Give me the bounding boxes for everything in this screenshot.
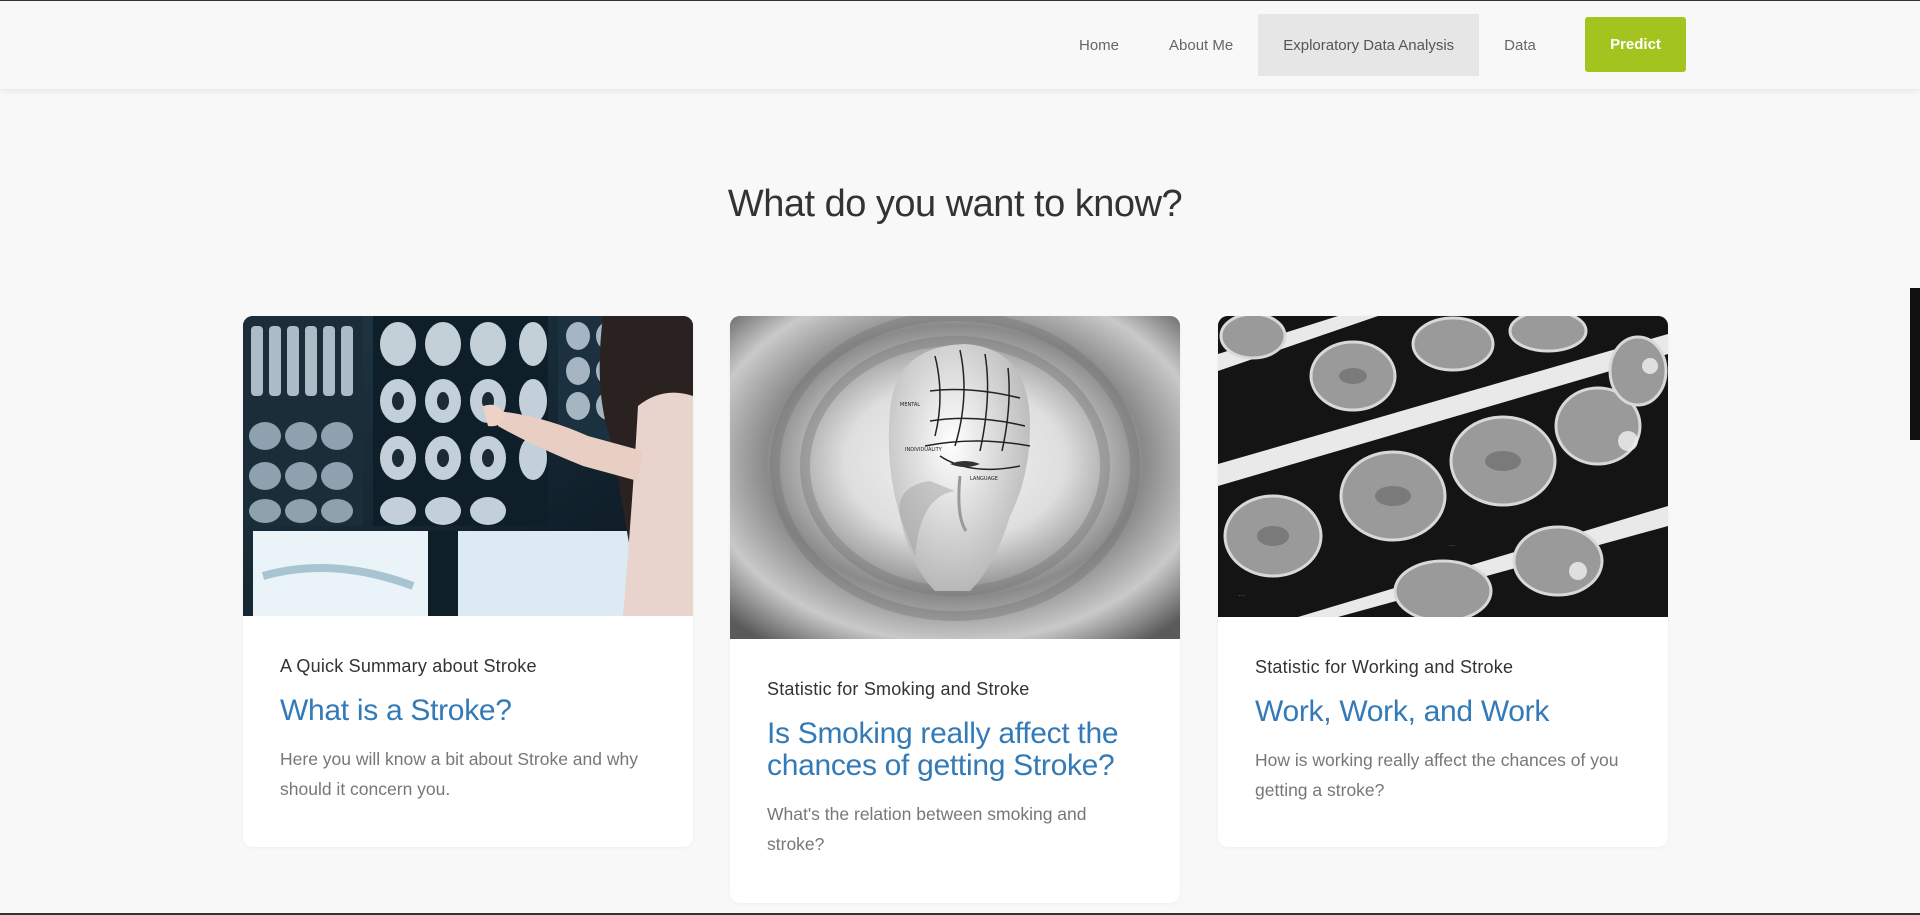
card-title-link[interactable]: What is a Stroke? [280,695,656,727]
card-image-phrenology-head: MENTAL INDIVIDUALITY LANGUAGE [730,316,1180,639]
nav-home[interactable]: Home [1054,14,1144,76]
card-title-link[interactable]: Is Smoking really affect the chances of … [767,718,1143,782]
predict-button[interactable]: Predict [1585,17,1686,72]
svg-text:...: ... [1448,542,1455,547]
nav-exploratory-data-analysis[interactable]: Exploratory Data Analysis [1258,14,1480,76]
ct-scan-films-image-icon: ... ... [1218,316,1668,617]
card-title-link[interactable]: Work, Work, and Work [1255,696,1631,728]
card-description: Here you will know a bit about Stroke an… [280,749,638,799]
top-navbar: Home About Me Exploratory Data Analysis … [0,1,1920,89]
nav-data[interactable]: Data [1479,14,1561,76]
nav-about-me[interactable]: About Me [1144,14,1258,76]
nav-menu: Home About Me Exploratory Data Analysis … [1054,14,1561,76]
mri-scans-image-icon [243,316,693,616]
card-image-ct-scans: ... ... [1218,316,1668,617]
phrenology-head-image-icon: MENTAL INDIVIDUALITY LANGUAGE [730,316,1180,639]
svg-text:...: ... [1238,592,1245,597]
card-subtitle: Statistic for Working and Stroke [1255,657,1514,677]
card-subtitle: Statistic for Smoking and Stroke [767,679,1030,699]
card-subtitle: A Quick Summary about Stroke [280,656,537,676]
svg-text:INDIVIDUALITY: INDIVIDUALITY [905,447,943,453]
scrollbar-thumb[interactable] [1910,288,1920,440]
card-what-is-stroke[interactable]: A Quick Summary about Stroke What is a S… [243,316,693,847]
card-work-and-stroke[interactable]: ... ... Statistic for Working and Stroke… [1218,316,1668,847]
card-image-mri-scans [243,316,693,616]
card-description: How is working really affect the chances… [1255,750,1619,800]
svg-text:LANGUAGE: LANGUAGE [970,476,998,482]
card-smoking-and-stroke[interactable]: MENTAL INDIVIDUALITY LANGUAGE Statistic … [730,316,1180,903]
svg-text:MENTAL: MENTAL [900,402,920,408]
card-description: What's the relation between smoking and … [767,804,1087,854]
section-title: What do you want to know? [727,183,1183,225]
